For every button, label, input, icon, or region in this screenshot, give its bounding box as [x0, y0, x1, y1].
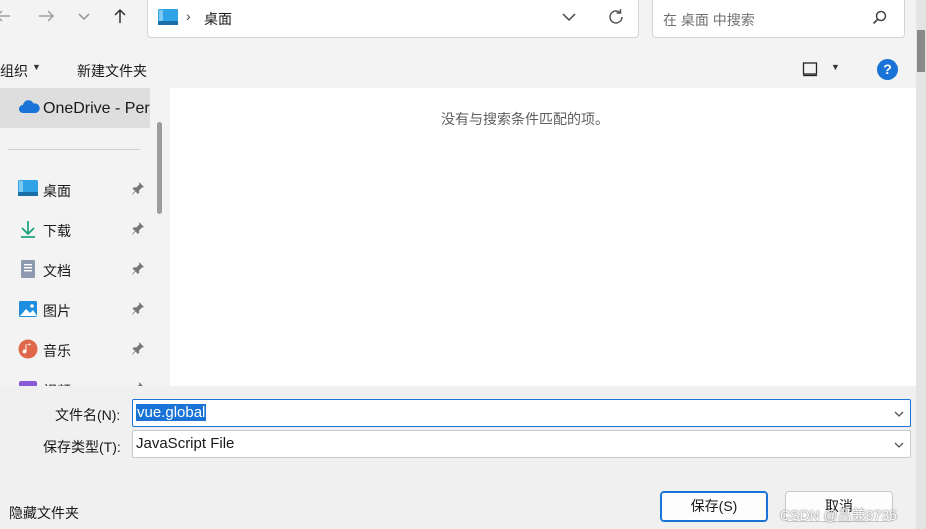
pin-icon[interactable]	[131, 261, 145, 278]
help-icon[interactable]: ?	[877, 59, 898, 80]
nav-divider	[8, 149, 140, 150]
filename-dropdown-icon[interactable]	[893, 407, 905, 423]
nav-item-label: 图片	[43, 303, 71, 319]
search-box[interactable]: 在 桌面 中搜索	[652, 0, 905, 38]
video-icon	[18, 379, 38, 386]
pin-icon[interactable]	[131, 221, 145, 238]
document-icon	[18, 259, 38, 279]
top-navigation-bar: › 桌面 在 桌面 中搜索	[0, 0, 926, 50]
back-button[interactable]	[0, 6, 16, 30]
pictures-icon	[18, 299, 38, 319]
save-button[interactable]: 保存(S)	[660, 491, 768, 522]
pin-icon[interactable]	[131, 341, 145, 358]
music-icon	[18, 339, 38, 359]
download-icon	[18, 219, 38, 239]
breadcrumb-current[interactable]: 桌面	[204, 9, 232, 29]
back-arrow-icon	[0, 10, 10, 22]
pin-icon[interactable]	[131, 181, 145, 198]
nav-item-label: 文档	[43, 263, 71, 279]
view-layout-icon[interactable]	[802, 61, 818, 80]
onedrive-cloud-icon	[18, 100, 40, 117]
nav-item-label: 音乐	[43, 343, 71, 359]
empty-results-message: 没有与搜索条件匹配的项。	[441, 111, 609, 127]
recent-locations-button[interactable]	[72, 6, 96, 30]
nav-scrollbar-thumb[interactable]	[157, 122, 162, 214]
filename-value: vue.global	[136, 404, 207, 421]
new-folder-button[interactable]: 新建文件夹	[77, 61, 147, 81]
nav-scrollbar[interactable]	[152, 88, 170, 386]
forward-arrow-icon	[39, 10, 55, 22]
address-dropdown-icon[interactable]	[560, 8, 578, 29]
filetype-select[interactable]: JavaScript File	[132, 430, 911, 458]
desktop-icon	[18, 179, 38, 199]
nav-item-downloads[interactable]: 下载	[0, 209, 150, 249]
nav-item-documents[interactable]: 文档	[0, 249, 150, 289]
address-bar[interactable]: › 桌面	[147, 0, 639, 38]
nav-item-videos[interactable]: 视频	[0, 369, 150, 386]
nav-item-desktop[interactable]: 桌面	[0, 169, 150, 209]
filetype-value: JavaScript File	[136, 435, 235, 452]
hide-folders-toggle[interactable]: 隐藏文件夹	[9, 503, 79, 523]
nav-item-label: OneDrive - Per	[43, 100, 150, 117]
search-icon[interactable]	[871, 9, 889, 30]
refresh-icon[interactable]	[606, 7, 626, 30]
forward-button[interactable]	[34, 6, 58, 30]
command-bar: 组织 ▼ 新建文件夹 ▼ ?	[0, 50, 916, 88]
nav-item-label: 下载	[43, 223, 71, 239]
breadcrumb-separator-icon: ›	[186, 8, 191, 24]
view-dropdown-icon[interactable]: ▼	[831, 62, 840, 72]
organize-menu[interactable]: 组织	[0, 61, 28, 81]
watermark: CSDN @吕兼9735	[780, 507, 897, 523]
filetype-label: 保存类型(T):	[43, 439, 121, 455]
search-placeholder: 在 桌面 中搜索	[663, 12, 755, 28]
nav-item-pictures[interactable]: 图片	[0, 289, 150, 329]
window-scrollbar-thumb[interactable]	[917, 30, 925, 72]
chevron-down-icon	[78, 13, 90, 20]
nav-item-onedrive[interactable]: OneDrive - Per	[0, 88, 150, 128]
pin-icon[interactable]	[131, 301, 145, 318]
filename-selected-text: vue.global	[136, 404, 207, 421]
organize-dropdown-icon[interactable]: ▼	[32, 62, 41, 72]
nav-item-label: 桌面	[43, 183, 71, 199]
window-scrollbar[interactable]	[916, 0, 926, 529]
desktop-folder-icon	[158, 8, 178, 29]
save-form: 文件名(N): vue.global 保存类型(T): JavaScript F…	[0, 386, 916, 529]
filename-field[interactable]: vue.global	[132, 399, 911, 427]
filename-label: 文件名(N):	[55, 407, 121, 423]
filetype-dropdown-icon[interactable]	[893, 438, 905, 454]
nav-item-music[interactable]: 音乐	[0, 329, 150, 369]
file-list-area[interactable]: 没有与搜索条件匹配的项。	[170, 88, 916, 386]
up-button[interactable]	[108, 6, 132, 30]
up-arrow-icon	[114, 8, 126, 23]
navigation-pane: OneDrive - Per 桌面 下载 文档 图片 音乐	[0, 88, 170, 386]
